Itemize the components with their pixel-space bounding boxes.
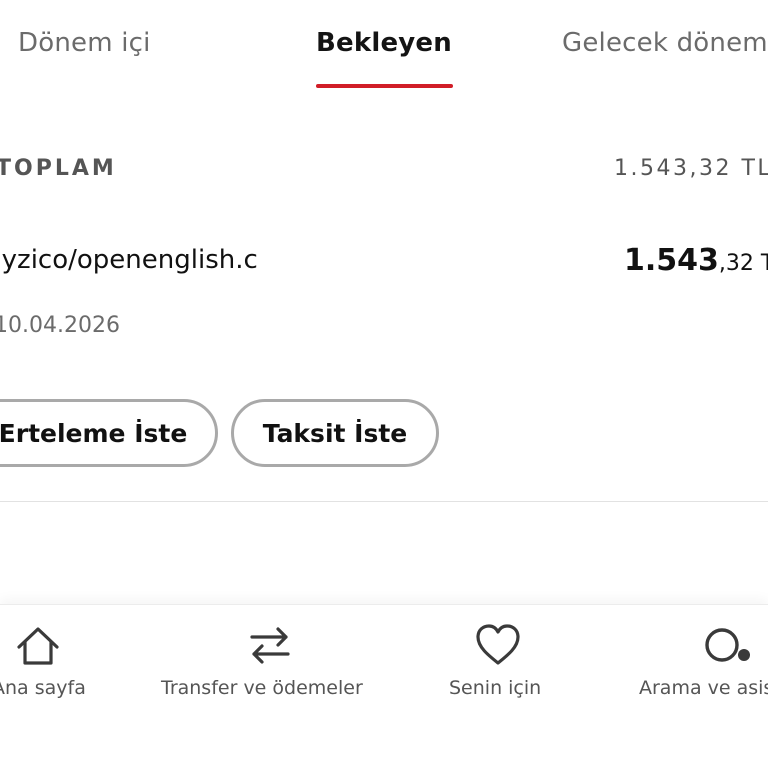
transaction-date: 10.04.2026 — [0, 313, 120, 338]
nav-item-transfer[interactable]: Transfer ve ödemeler — [150, 605, 390, 715]
active-tab-indicator — [316, 84, 453, 88]
nav-item-search-assistant[interactable]: Arama ve asistan — [630, 605, 768, 715]
transaction-merchant[interactable]: Iyzico/openenglish.c — [0, 245, 258, 275]
tab-donem-ici[interactable]: Dönem içi — [18, 28, 151, 68]
nav-label-home: Ana sayfa — [0, 677, 86, 699]
tab-gelecek-donem[interactable]: Gelecek dönem — [562, 28, 768, 68]
search-assistant-icon — [705, 628, 750, 662]
tab-bekleyen[interactable]: Bekleyen — [316, 28, 452, 68]
transaction-amount-integer: 1.543 — [624, 243, 719, 278]
nav-label-search-assistant: Arama ve asistan — [639, 677, 768, 699]
home-icon — [17, 627, 59, 665]
transfer-arrows-icon — [250, 627, 290, 664]
nav-label-for-you: Senin için — [449, 677, 542, 699]
total-value: 1.543,32 TL — [614, 156, 768, 181]
nav-item-for-you[interactable]: Senin için — [430, 605, 570, 715]
divider — [0, 501, 768, 502]
bottom-nav: Ana sayfa Transfer ve ödemeler Senin içi… — [0, 604, 768, 768]
transaction-amount: 1.543,32 TL — [624, 243, 768, 278]
nav-item-home[interactable]: Ana sayfa — [0, 605, 120, 715]
total-label: TOPLAM — [0, 156, 117, 181]
installment-request-button[interactable]: Taksit İste — [231, 399, 439, 467]
defer-request-button[interactable]: Erteleme İste — [0, 399, 218, 467]
heart-icon — [476, 624, 520, 665]
nav-label-transfer: Transfer ve ödemeler — [161, 677, 363, 699]
transaction-amount-decimal: ,32 TL — [718, 251, 768, 276]
